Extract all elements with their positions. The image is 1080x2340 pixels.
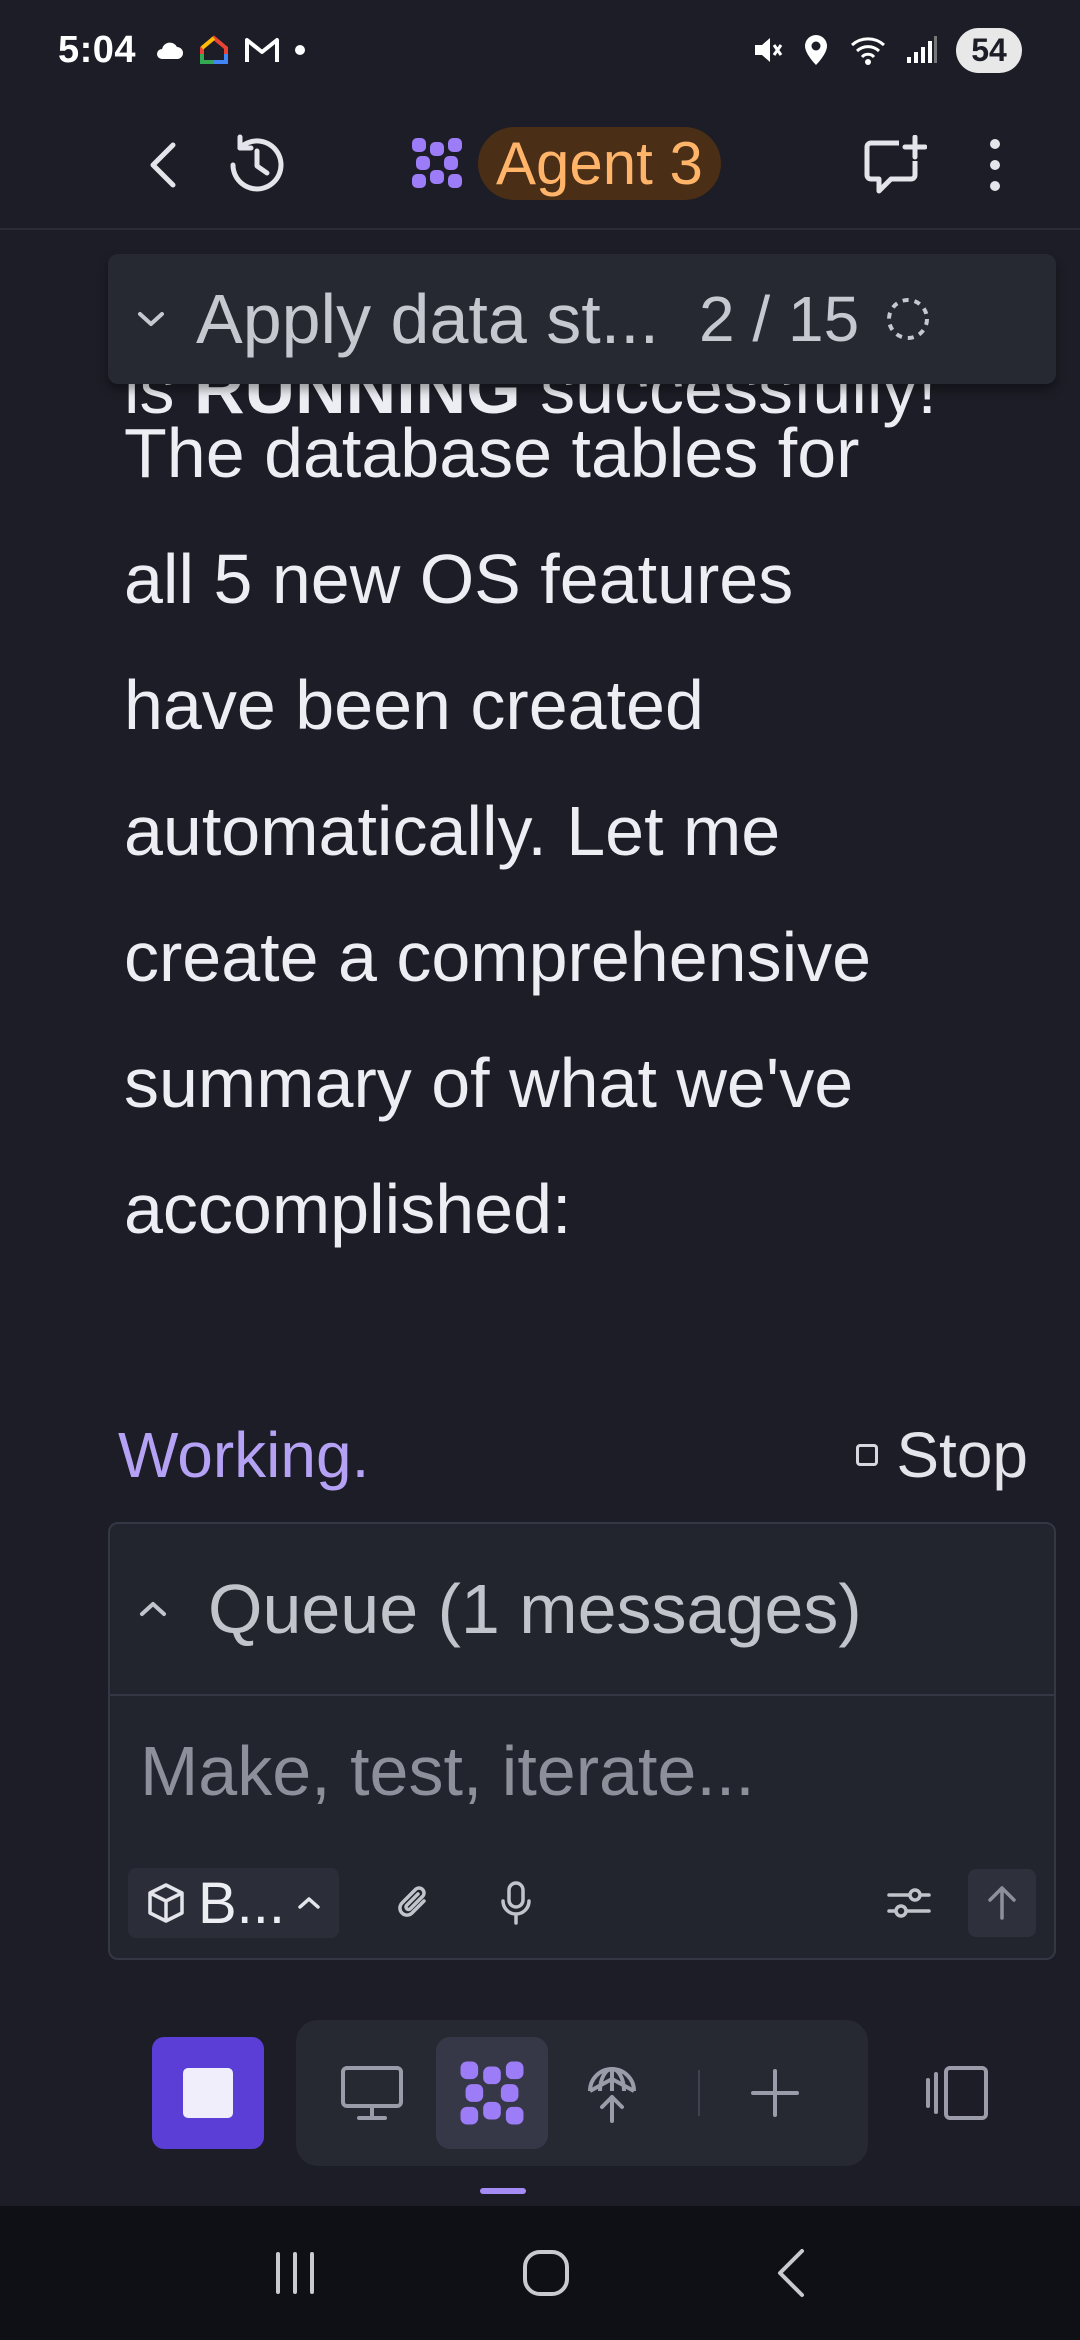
agent-logo-icon — [412, 138, 462, 188]
composer-panel: Queue (1 messages) Make, test, iterate..… — [108, 1522, 1056, 1960]
message-input[interactable]: Make, test, iterate... — [110, 1696, 1054, 1846]
gmail-icon — [245, 38, 280, 62]
step-title: Apply data st... — [196, 280, 660, 358]
tab-agent[interactable] — [436, 2037, 548, 2149]
agent-status-row: Working. Stop — [118, 1412, 1028, 1498]
message-line: automatically. Let me — [124, 792, 781, 870]
bottom-toolbar — [0, 2020, 1080, 2180]
message-line: summary of what we've — [124, 1044, 854, 1122]
microphone-icon — [501, 1881, 531, 1925]
stop-button[interactable]: Stop — [856, 1418, 1028, 1492]
assistant-message: The database tables for all 5 new OS feat… — [124, 390, 1064, 1272]
recent-apps-icon[interactable] — [272, 2252, 318, 2294]
tab-deploy[interactable] — [556, 2037, 668, 2149]
settings-sliders-button[interactable] — [874, 1868, 944, 1938]
location-icon — [805, 35, 827, 65]
dot-icon — [295, 45, 306, 55]
stop-square-icon — [183, 2068, 233, 2118]
signal-icon — [907, 36, 937, 63]
working-label: Working. — [118, 1419, 370, 1491]
agent-title[interactable]: Agent 3 — [410, 120, 721, 206]
system-navigation-bar — [0, 2206, 1080, 2340]
history-icon — [230, 134, 284, 192]
tab-preview[interactable] — [316, 2037, 428, 2149]
queue-toggle[interactable]: Queue (1 messages) — [110, 1524, 1054, 1696]
arrow-up-icon — [988, 1886, 1016, 1920]
cloud-icon — [157, 42, 184, 59]
workspace-nav — [296, 2020, 868, 2166]
cube-icon — [148, 1883, 184, 1923]
chevron-up-icon — [140, 1602, 166, 1616]
microphone-button[interactable] — [481, 1868, 551, 1938]
queue-label: Queue (1 messages) — [208, 1570, 862, 1648]
mute-icon — [755, 38, 783, 62]
panels-icon — [926, 2066, 988, 2120]
more-vertical-icon — [990, 139, 1000, 191]
status-right: 54 — [750, 27, 1022, 73]
stop-agent-button[interactable] — [152, 2037, 264, 2149]
chevron-left-icon — [150, 142, 176, 188]
active-tab-indicator — [480, 2188, 526, 2194]
paperclip-icon — [398, 1886, 426, 1917]
status-left: 5:04 — [58, 29, 306, 72]
message-line: The database tables for — [124, 414, 860, 492]
composer-toolbar: B... — [128, 1866, 1036, 1940]
google-home-icon — [200, 35, 229, 64]
status-bar: 5:04 54 — [0, 0, 1080, 100]
step-progress-card[interactable]: Apply data st... 2 / 15 — [108, 254, 1056, 384]
message-line: accomplished: — [124, 1170, 572, 1248]
chevron-up-small-icon — [298, 1897, 320, 1909]
chevron-down-icon — [138, 312, 164, 326]
history-button[interactable] — [212, 120, 302, 210]
nav-divider — [698, 2070, 700, 2116]
message-line: all 5 new OS features — [124, 540, 794, 618]
deploy-icon — [588, 2067, 636, 2123]
stop-icon — [856, 1444, 879, 1466]
back-nav-icon[interactable] — [774, 2247, 808, 2299]
message-line: create a comprehensive — [124, 918, 872, 996]
send-button[interactable] — [968, 1869, 1036, 1937]
agent-name: Agent 3 — [478, 126, 721, 200]
notification-icons — [154, 34, 306, 66]
new-tab-button[interactable] — [730, 2037, 820, 2149]
plus-icon — [751, 2069, 799, 2117]
new-chat-button[interactable] — [850, 120, 940, 210]
home-icon[interactable] — [521, 2248, 571, 2298]
agent-logo-icon — [460, 2061, 524, 2125]
new-chat-icon — [864, 135, 927, 194]
model-selector[interactable]: B... — [128, 1868, 340, 1938]
attach-button[interactable] — [379, 1868, 449, 1938]
battery-indicator: 54 — [956, 27, 1022, 73]
model-label: B... — [198, 1870, 286, 1936]
sliders-icon — [887, 1888, 931, 1918]
step-progress: 2 / 15 — [699, 283, 860, 355]
more-options-button[interactable] — [950, 120, 1040, 210]
app-header: Agent 3 — [0, 100, 1080, 230]
stop-label: Stop — [896, 1419, 1028, 1491]
message-line: have been created — [124, 666, 704, 744]
loading-spinner-icon — [887, 298, 930, 340]
panels-button[interactable] — [912, 2037, 1002, 2149]
monitor-icon — [341, 2066, 403, 2120]
wifi-icon — [851, 37, 885, 65]
back-button[interactable] — [118, 120, 208, 210]
status-time: 5:04 — [58, 28, 137, 71]
